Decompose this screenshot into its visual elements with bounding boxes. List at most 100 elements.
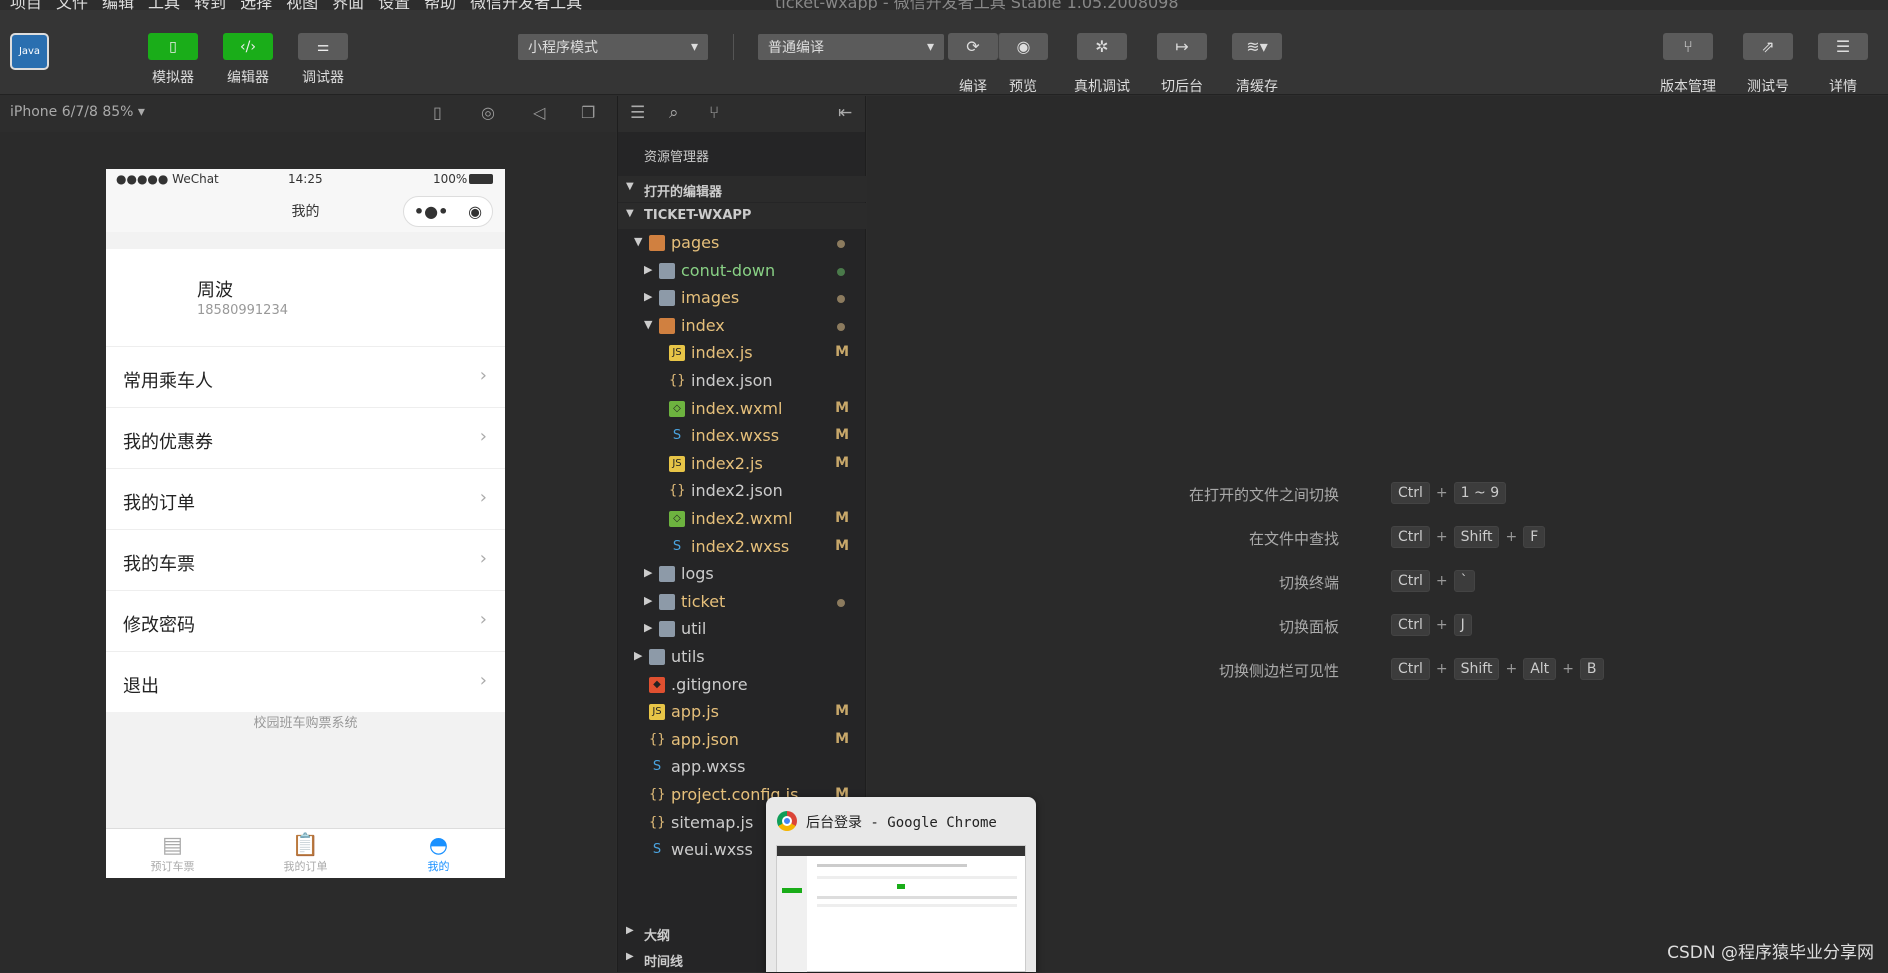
capsule-menu[interactable]: •●• ◉ xyxy=(403,196,493,227)
change-dot xyxy=(837,322,845,331)
tab-user[interactable]: ◓ 我的 xyxy=(372,829,505,878)
folder-row[interactable]: ▶ ticket xyxy=(618,590,867,616)
git-branch-icon[interactable]: ⑂ xyxy=(709,103,719,123)
menu-item[interactable]: 选择 xyxy=(240,0,272,10)
wxss-icon: S xyxy=(672,428,682,444)
folder-row[interactable]: ▶ utils xyxy=(618,645,867,671)
folder-row[interactable]: ▶ conut-down xyxy=(618,259,867,285)
wxss-icon: S xyxy=(652,759,662,775)
menu-item[interactable]: 编辑 xyxy=(102,0,134,10)
tab-ticket[interactable]: ▤ 预订车票 xyxy=(106,829,239,878)
version-label: 版本管理 xyxy=(1660,79,1716,95)
menu-item[interactable]: 工具 xyxy=(148,0,180,10)
list-icon[interactable]: ☰ xyxy=(630,103,645,123)
menu-item[interactable]: 项目 xyxy=(10,0,42,10)
chevron-right-icon: › xyxy=(479,609,487,630)
tab-clipboard[interactable]: 📋 我的订单 xyxy=(239,829,372,878)
file-row[interactable]: Sapp.wxss xyxy=(618,755,867,781)
popup-header: 后台登录 - Google Chrome xyxy=(766,797,1036,845)
plus-sign: + xyxy=(1435,485,1448,501)
menu-row-label: 我的订单 xyxy=(123,493,195,514)
menu-item[interactable]: 帮助 xyxy=(424,0,456,10)
test-account-button[interactable]: ⇗ xyxy=(1743,33,1793,60)
background-button[interactable]: ↦ xyxy=(1157,33,1207,60)
simulator-button[interactable]: ▯ 模拟器 xyxy=(148,33,198,87)
json-icon: {} xyxy=(649,814,666,830)
menu-row[interactable]: 我的订单 › xyxy=(106,468,505,529)
file-row[interactable]: JS app.js M xyxy=(618,700,867,726)
menu-row[interactable]: 修改密码 › xyxy=(106,590,505,651)
file-name: index2.wxml xyxy=(691,509,793,528)
logo-text: Java xyxy=(18,46,41,57)
folder-row[interactable]: ▶ images xyxy=(618,286,867,312)
wxss-icon: S xyxy=(672,538,682,554)
plus-sign: + xyxy=(1435,573,1448,589)
shortcut-keys: Ctrl + Shift + Alt + B xyxy=(1391,658,1604,680)
menu-item[interactable]: 转到 xyxy=(194,0,226,10)
battery-text: 100% xyxy=(433,172,468,186)
file-row[interactable]: Sindex.wxss M xyxy=(618,424,867,450)
chevron-right-icon: ▶ xyxy=(626,925,634,936)
folder-row[interactable]: ▶ util xyxy=(618,617,867,643)
shortcut-row: 在打开的文件之间切换 Ctrl +1 ~ 9 xyxy=(867,482,1888,508)
json-icon: {} xyxy=(649,787,666,802)
file-row[interactable]: {} index.json xyxy=(618,369,867,395)
window-thumbnail[interactable] xyxy=(776,845,1026,972)
menu-row-label: 我的车票 xyxy=(123,554,195,575)
menu-row[interactable]: 常用乘车人 › xyxy=(106,346,505,407)
debugger-button[interactable]: ⚌ 调试器 xyxy=(298,33,348,87)
volume-icon[interactable]: ◁ xyxy=(533,103,545,122)
file-row[interactable]: ◆ .gitignore xyxy=(618,673,867,699)
menu-row[interactable]: 退出 › xyxy=(106,651,505,712)
chevron-down-icon: ▼ xyxy=(626,181,634,192)
file-row[interactable]: JS index.js M xyxy=(618,341,867,367)
collapse-sidebar-icon[interactable]: ⇤ xyxy=(838,103,852,123)
key-cap: B xyxy=(1579,658,1604,680)
compile-select-value: 普通编译 xyxy=(768,40,824,56)
project-section[interactable]: ▼ TICKET-WXAPP xyxy=(618,203,867,229)
clear-cache-button[interactable]: ≋▾ xyxy=(1232,33,1282,60)
chrome-preview-popup[interactable]: 后台登录 - Google Chrome xyxy=(766,797,1036,972)
open-editors-section[interactable]: ▼ 打开的编辑器 xyxy=(618,176,867,202)
remote-debug-button[interactable]: ✲ xyxy=(1077,33,1127,60)
menu-icon: ☰ xyxy=(1835,37,1851,56)
mode-select[interactable]: 小程序模式 ▾ xyxy=(518,34,708,60)
shortcut-keys: Ctrl + ` xyxy=(1391,570,1475,592)
close-target-icon[interactable]: ◉ xyxy=(468,202,482,221)
chevron-down-icon: ▼ xyxy=(626,208,634,219)
menu-item[interactable]: 微信开发者工具 xyxy=(470,0,582,10)
phone-icon[interactable]: ▯ xyxy=(433,103,442,122)
details-button[interactable]: ☰ xyxy=(1818,33,1868,60)
compile-select[interactable]: 普通编译 ▾ xyxy=(758,34,944,60)
menu-row[interactable]: 我的优惠券 › xyxy=(106,407,505,468)
file-row[interactable]: {} index2.json xyxy=(618,479,867,505)
file-row[interactable]: JS index2.js M xyxy=(618,452,867,478)
menu-item[interactable]: 文件 xyxy=(56,0,88,10)
device-select[interactable]: iPhone 6/7/8 85% ▾ xyxy=(10,104,145,120)
key-cap: Ctrl xyxy=(1391,614,1430,636)
file-name: conut-down xyxy=(681,260,776,280)
user-name: 周波 xyxy=(197,280,233,301)
record-icon[interactable]: ◎ xyxy=(481,103,495,122)
window-icon[interactable]: ❐ xyxy=(581,103,595,122)
folder-row[interactable]: ▼ pages xyxy=(618,231,867,257)
folder-row[interactable]: ▼ index xyxy=(618,314,867,340)
more-icon[interactable]: •●• xyxy=(414,202,448,221)
version-button[interactable]: ⑂ xyxy=(1663,33,1713,60)
menu-item[interactable]: 设置 xyxy=(378,0,410,10)
file-name: index.js xyxy=(691,343,753,363)
editor-button[interactable]: ‹/› 编辑器 xyxy=(223,33,273,87)
search-icon[interactable]: ⌕ xyxy=(669,103,679,123)
menu-item[interactable]: 视图 xyxy=(286,0,318,10)
file-row[interactable]: ◇ index.wxml M xyxy=(618,397,867,423)
preview-button[interactable]: ◉ xyxy=(998,33,1048,60)
folder-row[interactable]: ▶ logs xyxy=(618,562,867,588)
compile-button[interactable]: ⟳ xyxy=(948,33,998,60)
menu-item[interactable]: 界面 xyxy=(332,0,364,10)
file-row[interactable]: ◇ index2.wxml M xyxy=(618,507,867,533)
toolbar: Java ▯ 模拟器 ‹/› 编辑器 ⚌ 调试器 小程序模式 ▾ 普通编译 ▾ … xyxy=(0,10,1888,95)
file-row[interactable]: {} app.json M xyxy=(618,728,867,754)
file-name: pages xyxy=(671,233,720,252)
file-row[interactable]: Sindex2.wxss M xyxy=(618,535,867,561)
menu-row[interactable]: 我的车票 › xyxy=(106,529,505,590)
